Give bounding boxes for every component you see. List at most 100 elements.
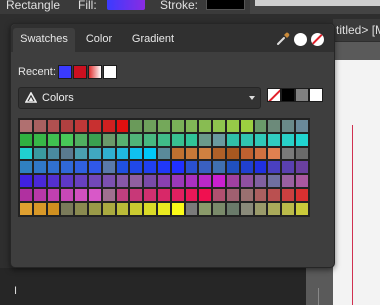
swatch-cell[interactable] <box>74 201 88 216</box>
swatch-cell[interactable] <box>143 174 157 188</box>
palette-dropdown[interactable]: Colors <box>18 87 261 109</box>
swatch-cell[interactable] <box>225 119 240 133</box>
swatch-cell[interactable] <box>74 119 88 133</box>
swatch-cell[interactable] <box>239 146 254 161</box>
none-swatch[interactable] <box>267 88 281 102</box>
fill-swatch[interactable] <box>107 0 145 10</box>
swatch-cell[interactable] <box>267 132 282 147</box>
swatch-cell[interactable] <box>19 160 33 175</box>
swatch-cell[interactable] <box>198 160 213 175</box>
swatch-cell[interactable] <box>129 174 144 188</box>
swatch-cell[interactable] <box>281 132 295 147</box>
swatch-cell[interactable] <box>32 187 47 202</box>
swatch-cell[interactable] <box>170 174 185 188</box>
swatch-cell[interactable] <box>143 201 157 216</box>
swatch-cell[interactable] <box>170 146 185 161</box>
swatch-cell[interactable] <box>87 160 102 175</box>
swatch-cell[interactable] <box>170 160 185 175</box>
swatch-cell[interactable] <box>239 187 254 202</box>
swatch-cell[interactable] <box>198 174 213 188</box>
swatch-cell[interactable] <box>184 160 199 175</box>
swatch-cell[interactable] <box>101 201 116 216</box>
swatch-cell[interactable] <box>60 160 75 175</box>
swatch-cell[interactable] <box>198 201 213 216</box>
recent-swatch[interactable] <box>73 65 87 79</box>
swatch-cell[interactable] <box>212 201 226 216</box>
swatch-cell[interactable] <box>101 146 116 161</box>
swatch-cell[interactable] <box>212 174 226 188</box>
swatch-cell[interactable] <box>19 174 33 188</box>
swatch-cell[interactable] <box>115 187 130 202</box>
swatch-cell[interactable] <box>225 132 240 147</box>
swatch-cell[interactable] <box>253 146 268 161</box>
swatch-cell[interactable] <box>19 187 33 202</box>
swatch-cell[interactable] <box>198 187 213 202</box>
swatch-cell[interactable] <box>60 146 75 161</box>
swatch-cell[interactable] <box>239 132 254 147</box>
swatch-cell[interactable] <box>156 146 171 161</box>
swatch-cell[interactable] <box>267 187 282 202</box>
swatch-cell[interactable] <box>19 132 33 147</box>
swatch-cell[interactable] <box>115 146 130 161</box>
swatch-cell[interactable] <box>129 160 144 175</box>
swatch-cell[interactable] <box>129 201 144 216</box>
swatch-cell[interactable] <box>198 146 213 161</box>
swatch-cell[interactable] <box>74 160 88 175</box>
swatch-cell[interactable] <box>115 119 130 133</box>
swatch-cell[interactable] <box>267 201 282 216</box>
recent-swatch[interactable] <box>58 65 72 79</box>
swatch-cell[interactable] <box>225 174 240 188</box>
swatch-cell[interactable] <box>212 132 226 147</box>
swatch-cell[interactable] <box>129 119 144 133</box>
swatch-cell[interactable] <box>32 119 47 133</box>
swatch-cell[interactable] <box>60 132 75 147</box>
swatch-cell[interactable] <box>87 119 102 133</box>
tab-color[interactable]: Color <box>77 28 121 52</box>
swatch-cell[interactable] <box>198 132 213 147</box>
swatch-cell[interactable] <box>115 132 130 147</box>
swatch-cell[interactable] <box>281 160 295 175</box>
swatch-cell[interactable] <box>143 146 157 161</box>
swatch-cell[interactable] <box>143 119 157 133</box>
swatch-cell[interactable] <box>156 119 171 133</box>
swatch-cell[interactable] <box>87 187 102 202</box>
swatch-cell[interactable] <box>170 119 185 133</box>
swatch-cell[interactable] <box>143 160 157 175</box>
swatch-cell[interactable] <box>156 132 171 147</box>
swatch-cell[interactable] <box>143 132 157 147</box>
swatch-cell[interactable] <box>87 201 102 216</box>
quick-swatch[interactable] <box>281 88 295 102</box>
swatch-cell[interactable] <box>60 187 75 202</box>
none-swatch-icon[interactable] <box>311 32 324 46</box>
swatch-cell[interactable] <box>101 119 116 133</box>
swatch-cell[interactable] <box>281 187 295 202</box>
swatch-cell[interactable] <box>32 160 47 175</box>
swatch-cell[interactable] <box>19 119 33 133</box>
swatch-cell[interactable] <box>239 119 254 133</box>
swatch-cell[interactable] <box>60 174 75 188</box>
document-page[interactable] <box>333 60 380 305</box>
swatch-cell[interactable] <box>115 174 130 188</box>
swatch-cell[interactable] <box>253 132 268 147</box>
swatch-cell[interactable] <box>225 187 240 202</box>
recent-swatch[interactable] <box>88 65 102 79</box>
swatch-cell[interactable] <box>281 201 295 216</box>
swatch-cell[interactable] <box>294 174 309 188</box>
swatch-cell[interactable] <box>32 174 47 188</box>
tab-swatches[interactable]: Swatches <box>13 28 75 52</box>
swatch-cell[interactable] <box>239 201 254 216</box>
swatch-cell[interactable] <box>267 160 282 175</box>
swatch-cell[interactable] <box>74 174 88 188</box>
swatch-cell[interactable] <box>267 174 282 188</box>
swatch-cell[interactable] <box>46 119 61 133</box>
swatch-cell[interactable] <box>184 119 199 133</box>
swatch-cell[interactable] <box>101 187 116 202</box>
swatch-cell[interactable] <box>184 146 199 161</box>
swatch-cell[interactable] <box>253 160 268 175</box>
swatch-cell[interactable] <box>46 201 61 216</box>
swatch-cell[interactable] <box>156 160 171 175</box>
swatch-cell[interactable] <box>184 132 199 147</box>
swatch-cell[interactable] <box>129 146 144 161</box>
swatch-cell[interactable] <box>212 119 226 133</box>
quick-swatch[interactable] <box>295 88 309 102</box>
